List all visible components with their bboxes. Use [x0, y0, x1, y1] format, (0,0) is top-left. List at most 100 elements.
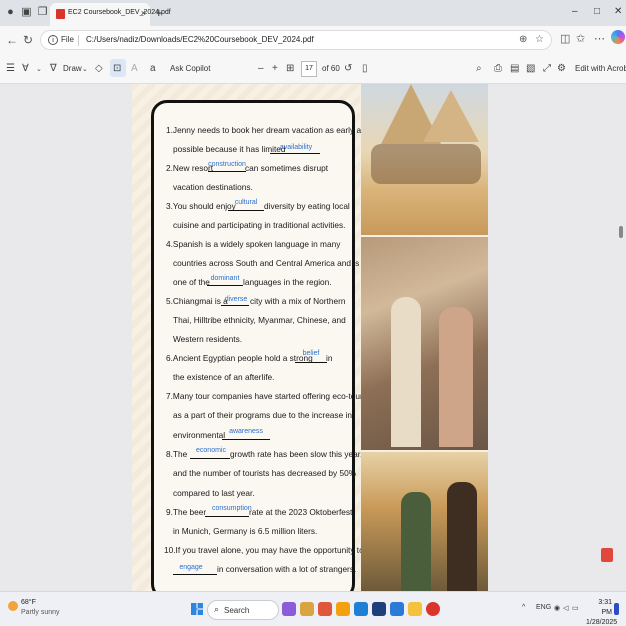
- exercise-item-10-line-1: 10.If you travel alone, you may have the…: [164, 545, 364, 555]
- file-label: File: [61, 35, 74, 44]
- exercise-item-2-line-1: 2.New resort: [166, 163, 214, 173]
- url-input[interactable]: i File C:/Users/nadiz/Downloads/EC2%20Co…: [40, 30, 552, 50]
- wifi-icon[interactable]: ◉: [554, 604, 560, 612]
- notification-icon[interactable]: [614, 603, 619, 615]
- exercise-item-6-line-1: 6.Ancient Egyptian people hold a strong: [166, 353, 313, 363]
- edge-icon[interactable]: [354, 602, 368, 616]
- battery-icon[interactable]: ▭: [572, 604, 579, 612]
- photo-hikers: [361, 452, 488, 591]
- maximize-button[interactable]: □: [594, 6, 600, 17]
- close-window-button[interactable]: ✕: [614, 6, 622, 17]
- answer-engage: engage: [179, 564, 203, 571]
- new-tab-button[interactable]: +: [155, 5, 163, 20]
- exercise-item-5-line-1: 5.Chiangmai is a: [166, 296, 228, 306]
- favorite-star-icon[interactable]: ☆: [535, 34, 544, 45]
- camel-caravan: [371, 144, 481, 184]
- mail-icon[interactable]: [390, 602, 404, 616]
- save-as-icon[interactable]: ▧: [526, 63, 535, 74]
- text-select-icon[interactable]: ⊡: [113, 63, 121, 74]
- answer-construction: construction: [208, 161, 246, 168]
- extensions-icon[interactable]: ⋯: [594, 32, 605, 45]
- search-icon: ⌕: [214, 604, 220, 614]
- split-screen-icon[interactable]: ◫: [560, 32, 570, 45]
- back-icon[interactable]: ←: [6, 33, 18, 47]
- zoom-in-button[interactable]: +: [272, 63, 278, 74]
- url-text: C:/Users/nadiz/Downloads/EC2%20Courseboo…: [86, 35, 314, 44]
- profile-icon[interactable]: ●: [4, 6, 17, 19]
- exercise-item-7-line-1: 7.Many tour companies have started offer…: [166, 391, 367, 401]
- exercise-item-4-line-3: one of the: [173, 277, 210, 287]
- tab-actions-icon[interactable]: ❐: [36, 6, 49, 19]
- page-total: of 60: [322, 64, 340, 73]
- tab-close-icon[interactable]: ×: [141, 8, 146, 18]
- acrobat-icon[interactable]: [601, 548, 613, 562]
- chevron-down-icon[interactable]: ⌄: [36, 65, 42, 73]
- zoom-out-button[interactable]: –: [258, 63, 264, 74]
- minimize-button[interactable]: –: [572, 6, 578, 17]
- tray-chevron-icon[interactable]: ^: [522, 604, 525, 611]
- answer-availability: availability: [279, 144, 313, 151]
- rotate-icon[interactable]: ↺: [344, 63, 352, 74]
- zoom-icon[interactable]: ⊕: [519, 34, 527, 45]
- highlight-icon[interactable]: ∀: [22, 63, 29, 74]
- answer-economic: economic: [196, 447, 226, 454]
- tab-coursebook[interactable]: EC2 Coursebook_DEV_2024.pdf ×: [50, 3, 171, 26]
- exercise-item-8-line-1: 8.The: [166, 449, 188, 459]
- start-icon[interactable]: [191, 603, 203, 615]
- copilot-icon[interactable]: [611, 30, 625, 44]
- taskbar: 68°F Partly sunny ⌕ Search ^ ENG ◉ ◁ ▭ 3…: [0, 591, 626, 626]
- draw-icon[interactable]: ∇: [50, 63, 57, 74]
- weather-temp: 68°F: [21, 599, 36, 606]
- contents-icon[interactable]: ☰: [6, 63, 15, 74]
- photo-pyramids-camels: [361, 84, 488, 235]
- page-number-input[interactable]: 17: [301, 61, 317, 77]
- exercise-item-5-line-1-end: city with a mix of Northern: [250, 296, 346, 306]
- scrollbar-thumb[interactable]: [619, 226, 623, 238]
- exercise-item-2-line-2: vacation destinations.: [173, 182, 253, 192]
- exercise-item-6-line-1-end: in: [326, 353, 333, 363]
- clock[interactable]: 3:31 PM 1/28/2025: [586, 598, 617, 626]
- favorites-icon[interactable]: ✩: [576, 32, 585, 45]
- refresh-icon[interactable]: ↻: [23, 33, 33, 47]
- file-explorer-icon[interactable]: [408, 602, 422, 616]
- answer-cultural: cultural: [234, 199, 258, 206]
- weather-icon[interactable]: [8, 601, 18, 611]
- chevron-down-icon[interactable]: ⌄: [82, 65, 88, 73]
- workspaces-icon[interactable]: ▣: [20, 6, 33, 19]
- exercise-item-9-line-1: 9.The beer: [166, 507, 207, 517]
- answer-consumption: consumption: [212, 505, 252, 512]
- exercise-item-4-line-2: countries across South and Central Ameri…: [173, 258, 360, 268]
- exercise-item-1-line-1: 1.Jenny needs to book her dream vacation…: [166, 125, 366, 135]
- weather-desc: Partly sunny: [21, 609, 60, 616]
- search-icon[interactable]: ⌕: [476, 63, 482, 74]
- exercise-item-8-line-1-end: growth rate has been slow this year,: [230, 449, 363, 459]
- app-icon-2[interactable]: [300, 602, 314, 616]
- edit-with-acrobat-button[interactable]: Edit with Acrobat: [575, 64, 626, 73]
- exercise-item-7-line-2: as a part of their programs due to the i…: [173, 410, 352, 420]
- pdf-file-icon: [56, 9, 65, 19]
- volume-icon[interactable]: ◁: [563, 604, 568, 612]
- chrome-icon[interactable]: [426, 602, 440, 616]
- pdf-toolbar: ☰ ∀ ⌄ ∇ Draw ⌄ ◇ ⊡ A a Ask Copilot – + ⊞…: [0, 54, 626, 84]
- vlc-icon[interactable]: [336, 602, 350, 616]
- fullscreen-icon[interactable]: ⤢: [543, 63, 551, 74]
- print-icon[interactable]: ⎙: [494, 63, 502, 74]
- save-icon[interactable]: ▤: [510, 63, 519, 74]
- photo-tourists-city: [361, 237, 488, 450]
- app-icon-3[interactable]: [318, 602, 332, 616]
- info-icon[interactable]: i: [48, 35, 58, 45]
- exercise-item-3-line-1: 3.You should enjoy: [166, 201, 236, 211]
- language-indicator[interactable]: ENG: [536, 604, 551, 611]
- draw-button[interactable]: Draw: [63, 64, 82, 73]
- app-icon-1[interactable]: [282, 602, 296, 616]
- taskbar-search[interactable]: ⌕ Search: [207, 600, 279, 620]
- eraser-icon[interactable]: ◇: [95, 63, 103, 74]
- store-icon[interactable]: [372, 602, 386, 616]
- settings-icon[interactable]: ⚙: [557, 63, 566, 74]
- exercise-item-8-line-2: and the number of tourists has decreased…: [173, 468, 357, 478]
- fit-page-icon[interactable]: ⊞: [286, 63, 294, 74]
- read-aloud-icon[interactable]: a: [150, 63, 156, 74]
- ask-copilot-button[interactable]: Ask Copilot: [170, 64, 210, 73]
- page-view-icon[interactable]: ▯: [362, 63, 368, 74]
- text-icon[interactable]: A: [131, 63, 138, 74]
